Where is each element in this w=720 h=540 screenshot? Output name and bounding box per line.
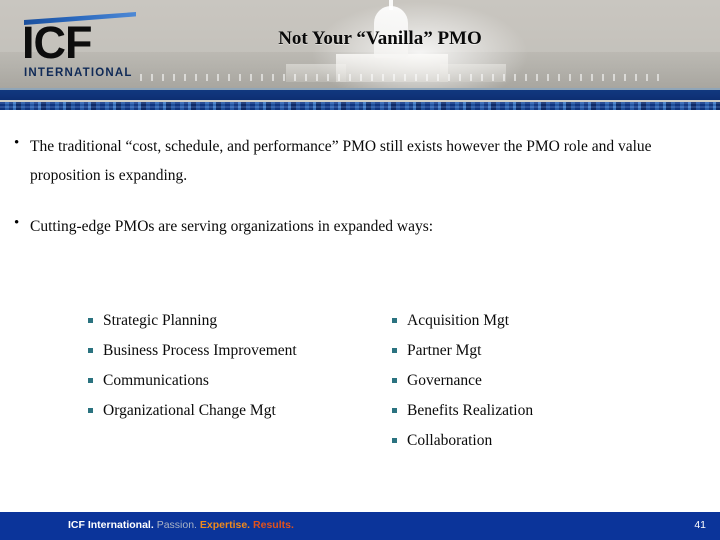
main-bullet-item: • Cutting-edge PMOs are serving organiza… [14,212,614,241]
capitol-spire-decoration [389,0,393,10]
list-item-label: Acquisition Mgt [407,312,510,329]
page-number: 41 [694,519,706,531]
slide-header-banner: ICF INTERNATIONAL Not Your “Vanilla” PMO [0,0,720,88]
list-item-label: Business Process Improvement [103,342,297,359]
bullet-dot-icon: • [14,135,20,151]
list-item: Governance [392,370,692,400]
list-item-label: Communications [103,372,209,389]
footer-word-passion: Passion. [156,519,197,531]
list-item: Organizational Change Mgt [88,400,388,430]
list-item-label: Benefits Realization [407,402,534,419]
list-item-label: Strategic Planning [103,312,218,329]
header-blue-divider [0,90,720,100]
square-bullet-icon [392,370,407,383]
list-item: Business Process Improvement [88,340,388,370]
list-item: Partner Mgt [392,340,692,370]
list-item-label: Organizational Change Mgt [103,402,276,419]
main-bullet-text: The traditional “cost, schedule, and per… [30,138,652,184]
square-bullet-icon [392,340,407,353]
capitol-lights-decoration [140,74,660,81]
list-item: Collaboration [392,430,692,460]
bullet-dot-icon: • [14,215,20,231]
sub-bullet-column-right: Acquisition Mgt Partner Mgt Governance B… [392,310,692,460]
footer-word-results: Results. [253,519,294,531]
list-item: Benefits Realization [392,400,692,430]
square-bullet-icon [392,310,407,323]
square-bullet-icon [88,340,103,353]
footer-word-expertise: Expertise. [199,519,251,531]
header-mosaic-divider [0,102,720,110]
main-bullet-text: Cutting-edge PMOs are serving organizati… [30,218,434,235]
slide-content: • The traditional “cost, schedule, and p… [0,112,720,510]
square-bullet-icon [392,400,407,413]
square-bullet-icon [88,310,103,323]
square-bullet-icon [392,430,407,443]
footer-tagline: ICF International. Passion. Expertise. R… [68,519,294,531]
slide-footer: ICF International. Passion. Expertise. R… [0,512,720,540]
list-item-label: Governance [407,372,482,389]
icf-logo: ICF INTERNATIONAL [22,12,138,84]
square-bullet-icon [88,400,103,413]
logo-wordmark: ICF [22,17,92,68]
list-item: Strategic Planning [88,310,388,340]
list-item-label: Collaboration [407,432,493,449]
list-item: Acquisition Mgt [392,310,692,340]
page-title: Not Your “Vanilla” PMO [278,28,482,49]
list-item: Communications [88,370,388,400]
footer-company-name: ICF International. [68,519,154,531]
list-item-label: Partner Mgt [407,342,482,359]
logo-subtitle: INTERNATIONAL [24,67,133,79]
main-bullet-item: • The traditional “cost, schedule, and p… [14,132,702,190]
square-bullet-icon [88,370,103,383]
sub-bullet-column-left: Strategic Planning Business Process Impr… [88,310,388,430]
